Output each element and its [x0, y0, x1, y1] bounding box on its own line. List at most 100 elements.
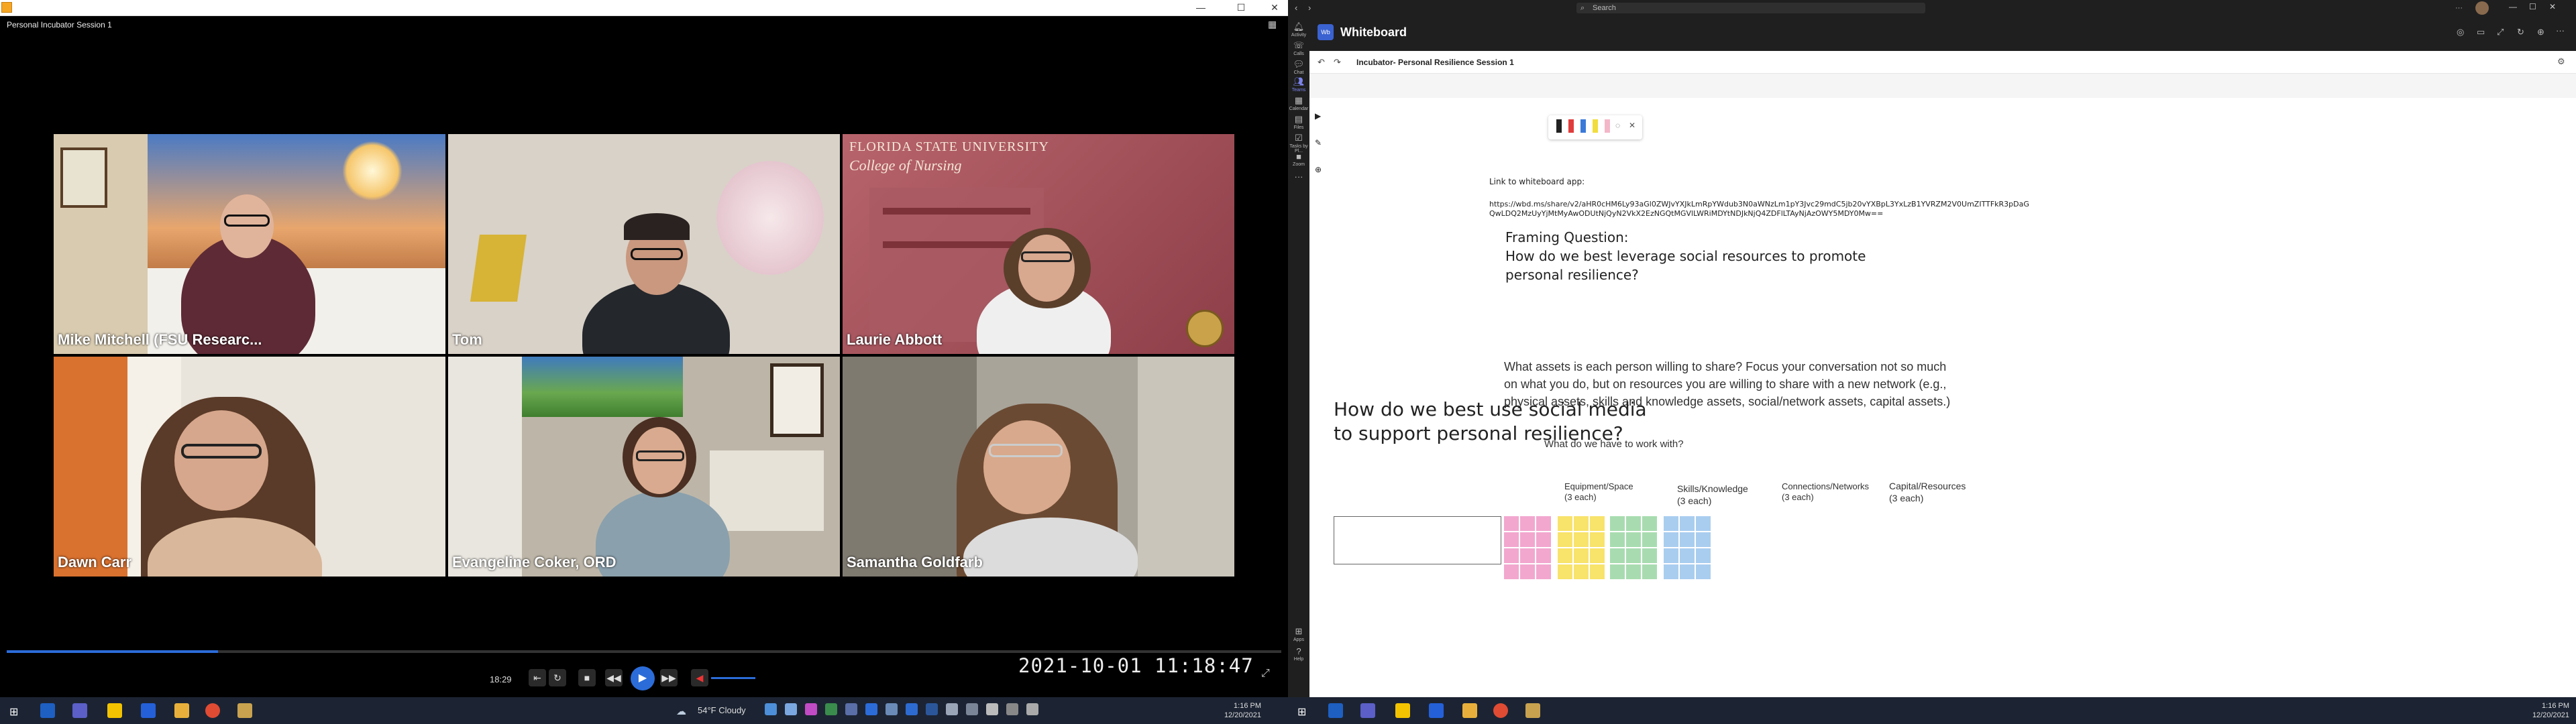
zoom-icon[interactable]: [1429, 703, 1444, 718]
windows-start-icon[interactable]: ⊞: [1297, 705, 1306, 719]
file-explorer-icon[interactable]: [1462, 703, 1477, 718]
word-icon[interactable]: [926, 703, 938, 715]
board-title[interactable]: Incubator- Personal Resilience Session 1: [1356, 58, 1514, 67]
sticky-note[interactable]: [1574, 532, 1589, 547]
sticky-note[interactable]: [1536, 532, 1551, 547]
sticky-note[interactable]: [1664, 516, 1678, 531]
sticky-note[interactable]: [1590, 548, 1605, 563]
volume-slider[interactable]: [711, 677, 755, 679]
sticky-note[interactable]: [1504, 516, 1519, 531]
rail-apps[interactable]: ⊞ Apps: [1288, 626, 1309, 642]
rail-activity[interactable]: 🔔︎ Activity: [1288, 21, 1309, 38]
blue-pen-icon[interactable]: [1580, 119, 1586, 133]
tray-icon[interactable]: [885, 703, 898, 715]
stop-button[interactable]: ■: [578, 669, 596, 686]
sticky-note[interactable]: [1610, 564, 1625, 579]
settings-gear-icon[interactable]: ⚙: [2557, 56, 2565, 67]
sticky-note[interactable]: [1626, 548, 1641, 563]
popout-icon[interactable]: ⤢: [2497, 27, 2504, 38]
sticky-note[interactable]: [1504, 532, 1519, 547]
rail-calendar[interactable]: ▦ Calendar: [1288, 95, 1309, 111]
pen-tool-icon[interactable]: ✎: [1315, 138, 1322, 147]
sticky-note[interactable]: [1520, 532, 1535, 547]
sticky-note[interactable]: [1696, 516, 1711, 531]
sticky-note[interactable]: [1536, 516, 1551, 531]
tray-icon[interactable]: [845, 703, 857, 715]
mute-icon[interactable]: ◀: [691, 669, 708, 686]
clock[interactable]: 1:16 PM 12/20/2021: [1208, 701, 1261, 720]
tray-icon[interactable]: [966, 703, 978, 715]
teams-taskbar-icon[interactable]: [72, 703, 87, 718]
sticky-note[interactable]: [1558, 564, 1572, 579]
sticky-note[interactable]: [1536, 548, 1551, 563]
sticky-note[interactable]: [1680, 532, 1695, 547]
fullscreen-icon[interactable]: ⤢: [1261, 668, 1270, 680]
sticky-note[interactable]: [1536, 564, 1551, 579]
sticky-note[interactable]: [1590, 516, 1605, 531]
red-pen-icon[interactable]: [1568, 119, 1574, 133]
search-input[interactable]: ⌕ Search: [1576, 3, 1925, 13]
sticky-note[interactable]: [1626, 564, 1641, 579]
tray-icon[interactable]: [986, 703, 998, 715]
more-options-icon[interactable]: ···: [2455, 4, 2463, 12]
sticky-note[interactable]: [1696, 532, 1711, 547]
sticky-note[interactable]: [1520, 516, 1535, 531]
loop-button[interactable]: ↻: [549, 669, 566, 686]
link-url-line1[interactable]: https://wbd.ms/share/v2/aHR0cHM6Ly93aGl0…: [1489, 200, 2029, 208]
rail-calls[interactable]: ☏ Calls: [1288, 40, 1309, 56]
close-button[interactable]: ✕: [2549, 2, 2556, 11]
rewind-button[interactable]: ◀◀: [605, 669, 623, 686]
sticky-note[interactable]: [1696, 564, 1711, 579]
globe-icon[interactable]: ⊕: [2537, 27, 2544, 38]
frame-back-button[interactable]: ⇤: [529, 669, 546, 686]
sticky-note[interactable]: [1664, 548, 1678, 563]
rail-chat[interactable]: 💬︎ Chat: [1288, 59, 1309, 75]
tray-icon[interactable]: [765, 703, 777, 715]
sticky-note[interactable]: [1558, 548, 1572, 563]
highlighter-icon[interactable]: [1593, 119, 1598, 133]
app-icon[interactable]: [1525, 703, 1540, 718]
sticky-note[interactable]: [1574, 516, 1589, 531]
header-icon[interactable]: ◎: [2457, 27, 2464, 38]
file-explorer-icon[interactable]: [174, 703, 189, 718]
sticky-note[interactable]: [1696, 548, 1711, 563]
sticky-note[interactable]: [1642, 516, 1657, 531]
sticky-note[interactable]: [1642, 564, 1657, 579]
sticky-note[interactable]: [1680, 516, 1695, 531]
more-apps-icon[interactable]: ···: [1288, 172, 1309, 182]
sticky-notes-icon[interactable]: [1395, 703, 1410, 718]
forward-arrow-icon[interactable]: ›: [1308, 3, 1311, 13]
maximize-button[interactable]: ☐: [1228, 0, 1254, 15]
rail-help[interactable]: ? Help: [1288, 646, 1309, 662]
whiteboard-canvas[interactable]: ▶ ✎ ⊕ ◌ ✕ Link to whiteboard app: https:…: [1309, 98, 2576, 697]
sticky-note[interactable]: [1626, 532, 1641, 547]
minimize-button[interactable]: —: [2509, 2, 2517, 11]
sticky-note[interactable]: [1664, 564, 1678, 579]
fast-forward-button[interactable]: ▶▶: [660, 669, 678, 686]
outlook-icon[interactable]: [40, 703, 55, 718]
sticky-note[interactable]: [1574, 564, 1589, 579]
tray-icon[interactable]: [1006, 703, 1018, 715]
sticky-note[interactable]: [1574, 548, 1589, 563]
sticky-note[interactable]: [1590, 532, 1605, 547]
sticky-note[interactable]: [1558, 532, 1572, 547]
redo-icon[interactable]: ↷: [1334, 57, 1341, 68]
sticky-note[interactable]: [1664, 532, 1678, 547]
refresh-icon[interactable]: ↻: [2517, 27, 2524, 38]
link-url-line2[interactable]: QwLDQ2MzUyYjMtMyAwODUtNjQyN2VkX2EzNGQtMG…: [1489, 209, 1883, 218]
lasso-icon[interactable]: ◌: [1615, 121, 1620, 130]
select-tool-icon[interactable]: ▶: [1315, 111, 1321, 121]
sticky-note[interactable]: [1680, 548, 1695, 563]
back-arrow-icon[interactable]: ‹: [1295, 3, 1297, 13]
tray-icon[interactable]: [825, 703, 837, 715]
rail-zoom[interactable]: ■ Zoom: [1288, 152, 1309, 167]
tray-icon[interactable]: [1026, 703, 1038, 715]
black-pen-icon[interactable]: [1556, 119, 1562, 133]
play-button[interactable]: ▶: [631, 666, 655, 690]
empty-text-box[interactable]: [1334, 516, 1501, 564]
undo-icon[interactable]: ↶: [1318, 57, 1325, 68]
sticky-note[interactable]: [1504, 548, 1519, 563]
app-icon[interactable]: [237, 703, 252, 718]
chrome-icon[interactable]: [1493, 703, 1508, 718]
sticky-notes-icon[interactable]: [107, 703, 122, 718]
